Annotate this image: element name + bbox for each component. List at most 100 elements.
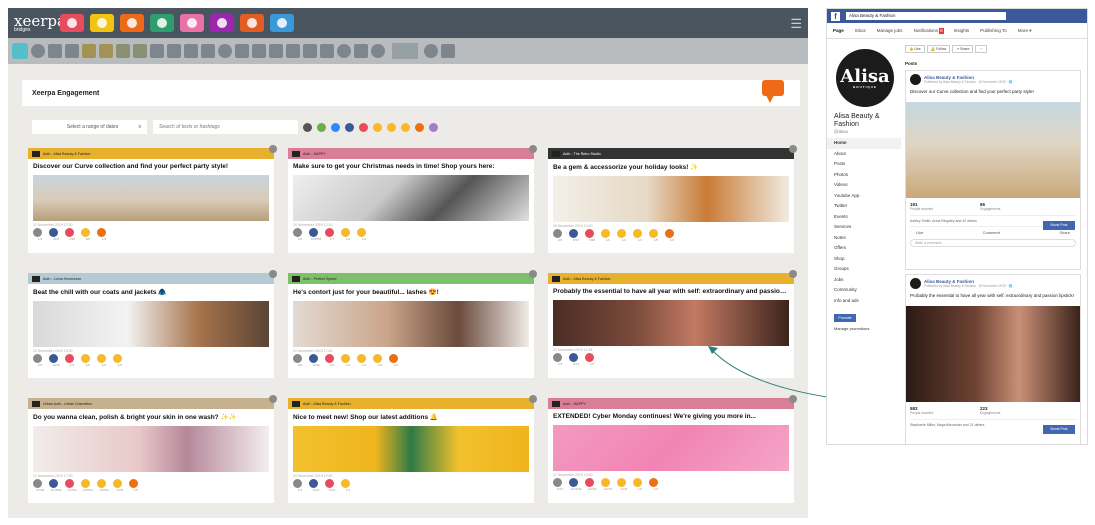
fb-nav-item[interactable]: Groups [827, 264, 901, 275]
fb-tab[interactable]: Manage jobs [877, 28, 903, 34]
post-card[interactable]: Urban Auth - Urban Cosmetics Do you wanna… [28, 395, 277, 503]
card-close-icon[interactable] [529, 270, 537, 278]
fb-action-button[interactable]: ··· [975, 45, 987, 53]
card-close-icon[interactable] [529, 145, 537, 153]
lock-icon[interactable] [235, 44, 249, 58]
post-image[interactable] [293, 301, 529, 347]
fb-nav-item[interactable]: Info and ads [827, 296, 901, 307]
card-close-icon[interactable] [269, 270, 277, 278]
post-card[interactable]: Auth - Alisa Beauty & Fashion Discover ou… [28, 145, 277, 253]
profile-icon[interactable] [12, 43, 28, 59]
post-action-comment[interactable]: Comment [983, 230, 1000, 235]
post-card[interactable]: Auth - Alisa Beauty & Fashion Nice to mee… [288, 395, 537, 503]
fb-nav-item[interactable]: Shop [827, 254, 901, 265]
boost-post-button[interactable]: Boost Post [1043, 425, 1075, 434]
facebook-logo-icon[interactable]: f [831, 11, 840, 21]
linkedin-icon[interactable] [320, 44, 334, 58]
card-close-icon[interactable] [529, 395, 537, 403]
fb-nav-item[interactable]: Photos [827, 170, 901, 181]
post-image[interactable] [553, 176, 789, 222]
page-avatar[interactable]: Alisa BOUTIQUE [836, 49, 894, 107]
like-icon[interactable] [345, 122, 354, 132]
heart-icon[interactable] [60, 14, 84, 32]
fb-tab[interactable]: Inbox [855, 28, 866, 34]
fb-tab[interactable]: Notifications [914, 28, 939, 34]
google-plus-icon[interactable] [303, 44, 317, 58]
messenger-icon[interactable] [331, 122, 340, 132]
fb-nav-item[interactable]: Notes [827, 233, 901, 244]
post-author-avatar[interactable] [910, 278, 921, 289]
post-card[interactable]: Auth - Perfect Speed He's contort just fo… [288, 270, 537, 378]
fb-tab[interactable]: Insights [954, 28, 970, 34]
comment-input[interactable]: Write a comment... [910, 239, 1076, 247]
post-image[interactable] [293, 175, 529, 221]
post-card[interactable]: Auth - Loma Homewear Beat the chill with … [28, 270, 277, 378]
grid-icon[interactable] [270, 14, 294, 32]
search-icon[interactable] [303, 122, 312, 132]
question-icon[interactable] [371, 44, 385, 58]
contact-icon[interactable] [150, 14, 174, 32]
envelope-icon[interactable] [441, 44, 455, 58]
fb-tab[interactable]: More ▾ [1018, 28, 1032, 34]
fb-tab[interactable]: Publishing To [980, 28, 1007, 34]
card-close-icon[interactable] [269, 395, 277, 403]
clear-dates-icon[interactable]: x [139, 124, 142, 130]
instagram-icon[interactable] [210, 14, 234, 32]
fb-nav-item[interactable]: Videos [827, 180, 901, 191]
post-photo[interactable] [906, 306, 1080, 402]
fb-nav-item[interactable]: Events [827, 212, 901, 223]
star-icon[interactable] [133, 44, 147, 58]
post-image[interactable] [33, 301, 269, 347]
database-icon[interactable] [252, 44, 266, 58]
location-pin-icon[interactable] [184, 44, 198, 58]
post-card[interactable]: Auth - The Retro Studio Be a gem & access… [548, 145, 797, 253]
twitter-icon[interactable] [286, 44, 300, 58]
fb-nav-item[interactable]: About [827, 149, 901, 160]
fb-nav-item[interactable]: Offers [827, 243, 901, 254]
logo[interactable]: xeerpa bridges [14, 13, 66, 33]
card-close-icon[interactable] [789, 145, 797, 153]
zodiac-icon[interactable] [116, 44, 130, 58]
post-image[interactable] [33, 175, 269, 221]
date-range-select[interactable]: Select a range of dates x [32, 120, 147, 134]
boost-post-button[interactable]: Boost Post [1043, 221, 1075, 230]
fb-nav-item[interactable]: Jobs [827, 275, 901, 286]
fb-nav-item[interactable]: Home [827, 138, 901, 149]
instagram-icon[interactable] [337, 44, 351, 58]
angry-icon[interactable] [415, 122, 424, 132]
haha-icon[interactable] [373, 122, 382, 132]
post-action-like[interactable]: Like [916, 230, 923, 235]
fb-tab[interactable]: Page [833, 28, 844, 34]
fb-search-input[interactable]: Alisa Beauty & Fashion [846, 12, 1006, 20]
manage-promotions-link[interactable]: Manage promotions [827, 322, 901, 331]
age-icon[interactable] [82, 44, 96, 58]
post-author-avatar[interactable] [910, 74, 921, 85]
fb-nav-item[interactable]: Community [827, 285, 901, 296]
fb-nav-item[interactable]: Twitter [827, 201, 901, 212]
card-close-icon[interactable] [269, 145, 277, 153]
head-icon[interactable] [218, 44, 232, 58]
sad-icon[interactable] [401, 122, 410, 132]
hamburger-menu-icon[interactable]: ☰ [790, 16, 802, 32]
fb-action-button[interactable]: 👍 Like [905, 45, 925, 53]
brand-icon[interactable] [90, 14, 114, 32]
people-icon[interactable] [167, 44, 181, 58]
facebook-icon[interactable] [269, 44, 283, 58]
email-icon[interactable] [354, 44, 368, 58]
post-photo[interactable] [906, 102, 1080, 198]
location-icon[interactable] [120, 14, 144, 32]
gender-icon[interactable] [65, 44, 79, 58]
chat-bubble-icon[interactable] [762, 80, 784, 103]
post-card[interactable]: Auth - HAPPY Make sure to get your Christ… [288, 145, 537, 253]
fb-nav-item[interactable]: Posts [827, 159, 901, 170]
calendar-icon[interactable] [201, 44, 215, 58]
search-icon[interactable] [424, 44, 438, 58]
clock-icon[interactable] [317, 122, 326, 132]
photo-icon[interactable] [180, 14, 204, 32]
favorites-icon[interactable] [150, 44, 164, 58]
love-icon[interactable] [359, 122, 368, 132]
wow-icon[interactable] [387, 122, 396, 132]
fan-level-icon[interactable] [48, 44, 62, 58]
text-search-input[interactable]: Search of texts or hashtags [153, 120, 298, 134]
post-image[interactable] [33, 426, 269, 472]
